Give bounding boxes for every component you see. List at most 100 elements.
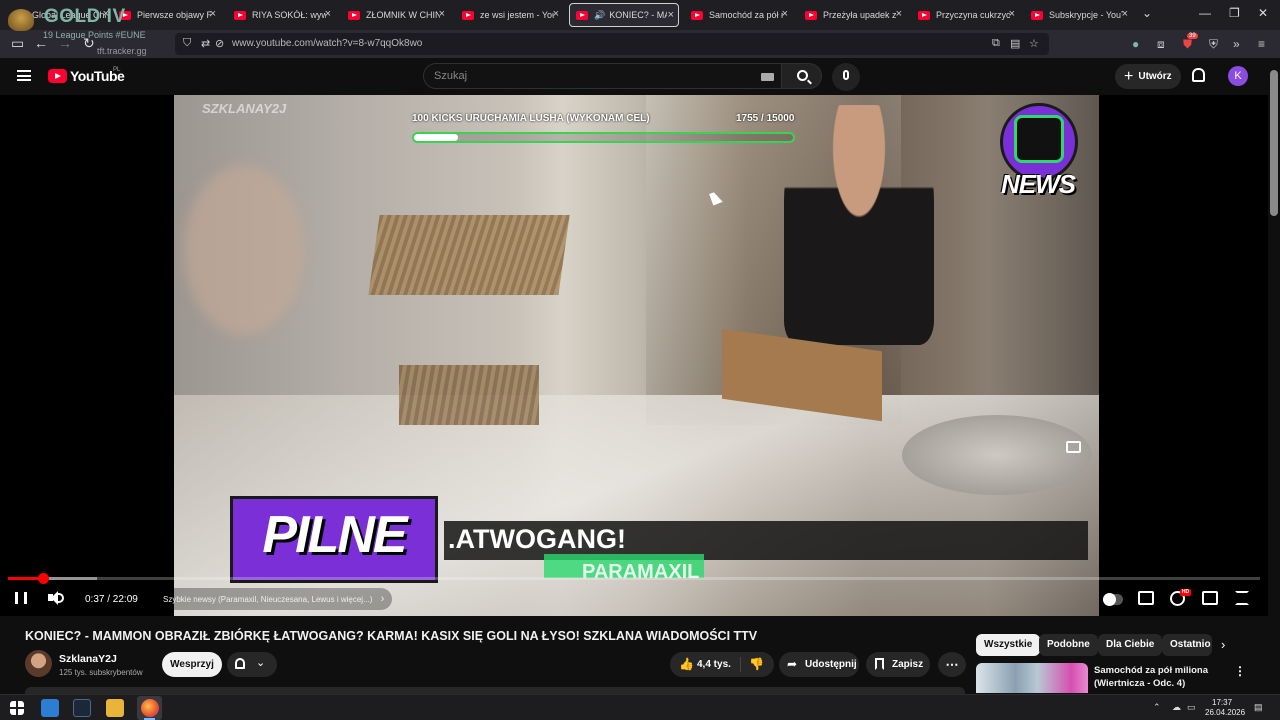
recommendation-title[interactable]: Samochód za pół miliona (Wiertnicza - Od… (1094, 664, 1222, 690)
like-count[interactable]: 4,4 tys. (697, 659, 731, 670)
browser-tab[interactable]: RIYA SOKÓŁ: wywiad × (228, 3, 335, 27)
miniplayer-icon[interactable] (1066, 441, 1081, 453)
account-avatar[interactable]: K (1228, 66, 1248, 86)
close-window-icon[interactable]: ✕ (1258, 6, 1268, 20)
windows-start-icon[interactable] (10, 701, 24, 715)
save-label: Zapisz (892, 659, 924, 670)
video-scene-basket (399, 365, 539, 425)
close-tab-icon[interactable]: × (1009, 8, 1015, 20)
video-player[interactable]: SZKLANAY2J 100 KICKS URUCHAMIA LUSHA (WY… (0, 95, 1268, 616)
close-tab-icon[interactable]: × (896, 8, 902, 20)
close-tab-icon[interactable]: × (553, 8, 559, 20)
youtube-logo-icon[interactable] (48, 69, 67, 83)
thumbs-down-icon[interactable]: 👎 (749, 657, 764, 671)
permissions-icon[interactable]: ⇄ (201, 37, 210, 50)
search-button[interactable] (781, 63, 822, 89)
speaker-icon[interactable]: 🔊 (594, 10, 605, 21)
close-tab-icon[interactable]: × (325, 8, 331, 20)
minimize-icon[interactable]: — (1199, 6, 1211, 20)
extensions-icon[interactable]: ⧈ (1157, 37, 1165, 52)
subtitles-icon[interactable] (1138, 591, 1154, 605)
browser-tab[interactable]: Samochód za pół miliona × (685, 3, 792, 27)
picture-in-picture-icon[interactable]: ⧉ (992, 37, 1000, 50)
thumbs-up-icon[interactable]: 👍 (679, 657, 694, 671)
network-icon[interactable]: ▭ (1187, 702, 1196, 713)
more-vertical-icon[interactable]: ⋮ (1234, 664, 1246, 678)
tab-list-chevron-icon[interactable]: ⌄ (1142, 6, 1152, 20)
subscription-notifications-button[interactable]: ⌄ (227, 652, 277, 677)
video-frame[interactable]: SZKLANAY2J 100 KICKS URUCHAMIA LUSHA (WY… (174, 95, 1099, 616)
autoplay-toggle[interactable] (1103, 593, 1123, 606)
save-button[interactable]: Zapisz (866, 652, 930, 677)
settings-app-icon[interactable] (41, 699, 59, 717)
progress-bar[interactable] (8, 573, 1260, 584)
close-tab-icon[interactable]: × (782, 8, 788, 20)
rank-overlay: GOLD IV 19 League Points #EUNE tft.track… (6, 3, 156, 57)
chapter-button[interactable]: Szybkie newsy (Paramaxil, Nieuczesana, L… (155, 588, 393, 610)
browser-tab[interactable]: Przeżyła upadek z 10 × (799, 3, 906, 27)
restore-icon[interactable]: ❐ (1229, 6, 1240, 20)
youtube-icon (576, 10, 588, 20)
close-tab-icon[interactable]: × (668, 9, 674, 21)
voice-search-button[interactable] (832, 63, 860, 91)
goal-count: 1755 / 15000 (736, 113, 795, 124)
share-button[interactable]: ➦ Udostępnij (779, 652, 859, 677)
close-tab-icon[interactable]: × (1122, 8, 1128, 20)
progress-scrubber[interactable] (38, 573, 50, 584)
steam-app-icon[interactable] (73, 699, 91, 717)
channel-avatar[interactable] (25, 650, 52, 677)
create-button[interactable]: + Utwórz (1115, 64, 1181, 89)
browser-tab-active[interactable]: 🔊 KONIEC? - MAMMON × (569, 3, 679, 27)
bookmark-star-icon[interactable]: ☆ (1029, 37, 1039, 50)
browser-tab-bar: Global League Chall... × Pierwsze objawy… (0, 0, 1280, 30)
search-input[interactable]: Szukaj (423, 63, 785, 89)
browser-tab[interactable]: Subskrypcje - YouTube × (1025, 3, 1132, 27)
chip-all[interactable]: Wszystkie (976, 634, 1041, 656)
keyboard-icon[interactable] (761, 73, 774, 81)
clock-time[interactable]: 17:37 (1212, 698, 1232, 707)
theater-mode-icon[interactable] (1202, 591, 1218, 605)
video-scene-plate (902, 415, 1092, 495)
pause-icon[interactable] (15, 592, 27, 604)
chevron-right-icon[interactable]: › (1221, 637, 1225, 652)
windows-taskbar: ⌃ ☁ ▭ 17:37 26.04.2026 ▤ (0, 694, 1280, 720)
browser-tab[interactable]: Przyczyna cukrzycy N × (912, 3, 1019, 27)
tracking-icon[interactable]: ⊘ (215, 37, 224, 50)
close-tab-icon[interactable]: × (210, 8, 216, 20)
notifications-bell-icon[interactable] (1192, 68, 1205, 82)
url-text[interactable]: www.youtube.com/watch?v=8-w7qqOk8wo (232, 38, 422, 49)
page-scrollbar[interactable] (1268, 58, 1280, 694)
notifications-icon[interactable]: ▤ (1254, 702, 1263, 713)
vpn-extension-icon[interactable]: ● (1132, 37, 1139, 51)
file-explorer-icon[interactable] (106, 699, 124, 717)
video-scene-hand (184, 165, 304, 335)
channel-name[interactable]: SzklanaY2J (59, 653, 117, 665)
app-menu-icon[interactable]: ≡ (1258, 37, 1265, 51)
more-tools-icon[interactable]: » (1233, 37, 1240, 51)
close-tab-icon[interactable]: × (439, 8, 445, 20)
reader-view-icon[interactable]: ▤ (1010, 37, 1020, 50)
shield-icon[interactable]: ⛉ (183, 37, 191, 50)
microphone-icon (843, 70, 849, 80)
firefox-app-icon[interactable] (141, 699, 159, 717)
pilne-text: PILNE (262, 506, 407, 564)
hamburger-menu-icon[interactable] (17, 70, 31, 81)
more-actions-icon[interactable]: ⋯ (938, 652, 966, 677)
browser-tab[interactable]: ze wsi jestem - YouTube × (456, 3, 563, 27)
tray-chevron-up-icon[interactable]: ⌃ (1153, 702, 1161, 713)
clock-date[interactable]: 26.04.2026 (1205, 708, 1245, 717)
privacy-badger-icon[interactable]: ⛨ (1209, 37, 1218, 52)
chip-related[interactable]: Podobne (1039, 634, 1098, 656)
support-button[interactable]: Wesprzyj (162, 652, 222, 677)
chip-for-you[interactable]: Dla Ciebie (1098, 634, 1163, 656)
fullscreen-icon[interactable] (1235, 591, 1249, 605)
address-bar[interactable]: ⛉ ⇄ ⊘ www.youtube.com/watch?v=8-w7qqOk8w… (175, 33, 1049, 55)
video-title: KONIEC? - MAMMON OBRAZIŁ ZBIÓRKĘ ŁATWOGA… (25, 629, 758, 643)
ublock-extension-icon[interactable]: ⛊ (1183, 37, 1192, 52)
recommendation-thumbnail[interactable] (976, 663, 1088, 693)
cloud-icon[interactable]: ☁ (1172, 702, 1181, 713)
browser-tab[interactable]: ZŁOMNIK W CHINACH × (342, 3, 449, 27)
channel-watermark: SZKLANAY2J (202, 101, 287, 116)
chip-recent[interactable]: Ostatnio (1162, 634, 1212, 656)
scrollbar-thumb[interactable] (1270, 70, 1278, 216)
